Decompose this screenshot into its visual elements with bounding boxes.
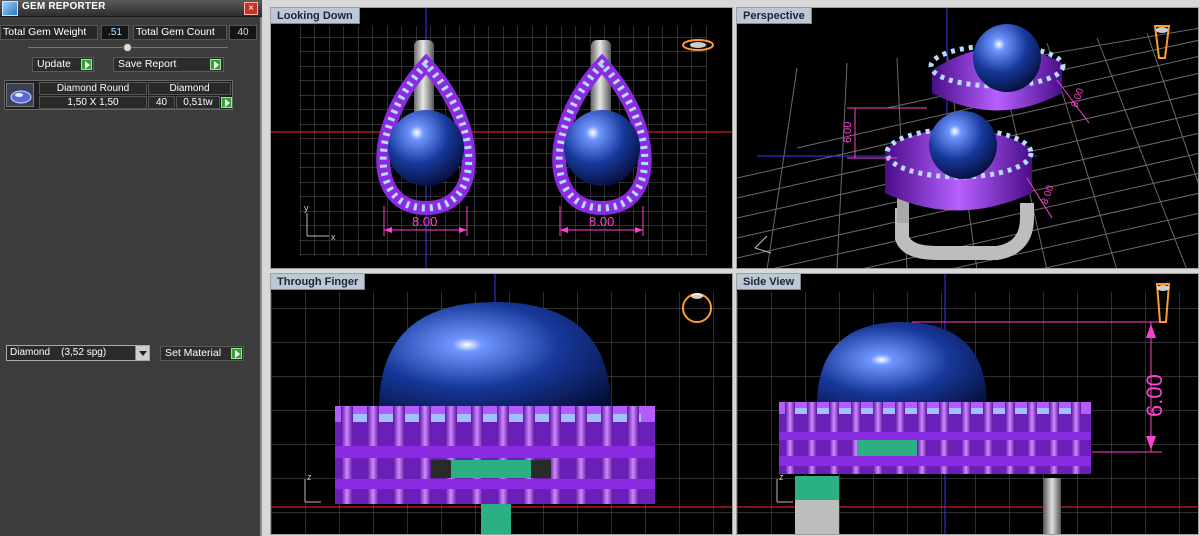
gem-size-cell: 1,50 X 1,50: [39, 96, 147, 109]
svg-text:8.00: 8.00: [589, 214, 614, 229]
viewport-label: Side View: [737, 274, 802, 290]
total-gem-count-value: 40: [229, 25, 257, 40]
svg-text:8.00: 8.00: [412, 214, 437, 229]
gem-material-header: Diamond: [148, 82, 231, 95]
close-button[interactable]: ×: [244, 2, 258, 15]
viewport-perspective[interactable]: 6.00 8.00 8.00 Perspective: [736, 7, 1199, 269]
svg-text:x: x: [331, 232, 336, 242]
side-view-canvas: 6.00 z: [737, 274, 1198, 534]
viewport-label: Through Finger: [271, 274, 366, 290]
material-select-value: Diamond (3,52 spg): [10, 347, 107, 358]
post-clip: [795, 500, 839, 534]
svg-text:z: z: [307, 472, 312, 482]
svg-text:8.00: 8.00: [1069, 87, 1086, 109]
save-report-button[interactable]: Save Report: [113, 57, 224, 72]
update-label: Update: [37, 58, 71, 70]
halo-gallery: [335, 406, 655, 504]
perspective-canvas: 6.00 8.00 8.00: [737, 8, 1198, 268]
gem-shape-header: Diamond Round: [39, 82, 147, 95]
viewport-label: Perspective: [737, 8, 812, 24]
total-gem-count-label: Total Gem Count: [133, 25, 227, 40]
panel-titlebar: GEM REPORTER ×: [0, 0, 262, 17]
post: [1043, 478, 1061, 534]
earring-front: [884, 111, 1034, 211]
save-report-label: Save Report: [118, 58, 177, 70]
svg-text:y: y: [304, 203, 309, 213]
gem-weight-cell: 0,51tw: [176, 96, 220, 109]
chevron-down-icon[interactable]: [135, 346, 149, 360]
total-gem-weight-value: .51: [101, 25, 129, 40]
gem-count-cell: 40: [148, 96, 175, 109]
dimension-width-back: 8.00: [1056, 79, 1090, 124]
svg-text:6.00: 6.00: [1142, 374, 1167, 417]
play-icon: [231, 348, 242, 359]
halo-gallery: [779, 402, 1091, 474]
gem-table-row[interactable]: Diamond Round Diamond 1,50 X 1,50 40 0,5…: [4, 80, 233, 110]
viewport-looking-down[interactable]: 8.00 8.00 y x Looking Down: [270, 7, 733, 269]
svg-text:8.00: 8.00: [1039, 184, 1056, 206]
gem-reporter-panel: GEM REPORTER × Total Gem Weight .51 Tota…: [0, 0, 262, 536]
post: [481, 504, 511, 534]
total-gem-weight-label: Total Gem Weight: [0, 25, 98, 40]
update-button[interactable]: Update: [32, 57, 94, 72]
viewport-label: Looking Down: [271, 8, 360, 24]
svg-text:z: z: [779, 472, 784, 482]
svg-text:6.00: 6.00: [842, 122, 854, 143]
set-material-button[interactable]: Set Material: [160, 346, 244, 361]
gem-reporter-icon: [2, 1, 18, 16]
panel-title: GEM REPORTER: [22, 1, 106, 12]
play-icon: [210, 59, 221, 70]
play-icon: [81, 59, 92, 70]
post-base: [795, 476, 839, 500]
view-orientation-icon[interactable]: [1153, 25, 1171, 59]
splitter-handle[interactable]: [123, 43, 132, 52]
through-finger-canvas: z: [271, 274, 732, 534]
play-icon[interactable]: [221, 97, 232, 108]
earring-back: [928, 24, 1066, 111]
viewport-through-finger[interactable]: z Through Finger: [270, 273, 733, 535]
app-window: GEM REPORTER × Total Gem Weight .51 Tota…: [0, 0, 1200, 536]
viewport-side-view[interactable]: 6.00 z Side View: [736, 273, 1199, 535]
material-select[interactable]: Diamond (3,52 spg): [6, 345, 150, 361]
set-material-label: Set Material: [165, 347, 222, 359]
diamond-round-icon: [6, 83, 34, 107]
looking-down-canvas: 8.00 8.00 y x: [271, 8, 732, 268]
